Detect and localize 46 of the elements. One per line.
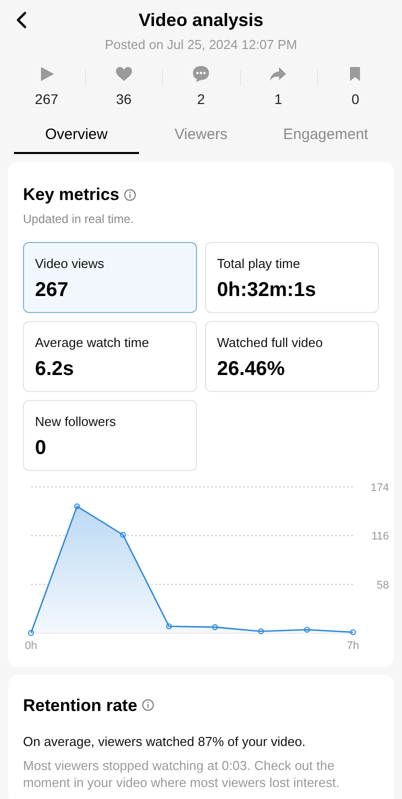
section-title: Retention rate: [23, 694, 138, 716]
axis-label: 116: [371, 530, 389, 542]
point: [74, 502, 80, 509]
axis-label: 58: [376, 578, 389, 591]
point: [258, 628, 264, 634]
metric-label: Average watch time: [35, 334, 149, 352]
metric-label: New followers: [35, 412, 116, 430]
metric-label: Watched full video: [217, 334, 323, 352]
retention-summary: On average, viewers watched 87% of your video.: [23, 733, 307, 751]
axis-label: 174: [370, 482, 389, 494]
metric-value: 0h:32m:1s: [217, 278, 316, 303]
heart-icon: [114, 64, 134, 84]
point: [304, 626, 310, 632]
metric-tile[interactable]: Total play time 0h:32m:1s: [205, 242, 379, 312]
retention-detail: Most viewers stopped watching at 0:03. Check out the moment in your video where most viewers lost interest.: [23, 756, 340, 790]
metric-label: Total play time: [217, 254, 300, 273]
page-title: Video analysis: [138, 8, 264, 32]
point: [350, 628, 356, 635]
stat-count: 36: [116, 90, 132, 109]
point: [28, 630, 34, 636]
metric-tile[interactable]: New followers 0: [23, 400, 197, 470]
metric-value: 0: [35, 436, 46, 461]
metric-tile[interactable]: Video views 267: [23, 242, 197, 312]
info-icon: [142, 699, 154, 712]
point: [212, 624, 218, 630]
stat-count: 2: [197, 90, 205, 109]
metric-tile[interactable]: Average watch time 6.2s: [23, 320, 197, 392]
section-subtitle: Updated in real time.: [23, 210, 135, 228]
axis-label: 7h: [346, 640, 360, 652]
metric-label: Video views: [35, 254, 104, 272]
point: [166, 622, 172, 629]
point: [120, 531, 126, 538]
info-icon: [124, 188, 136, 201]
posted-date: Posted on Jul 25, 2024 12:07 PM: [104, 38, 298, 52]
stat-count: 0: [352, 90, 360, 109]
metric-value: 26.46%: [217, 357, 285, 382]
metric-value: 267: [35, 278, 68, 303]
back-icon: [15, 11, 29, 29]
stat-count: 1: [274, 90, 282, 109]
section-title: Key metrics: [23, 184, 120, 206]
tab[interactable]: Overview: [14, 118, 139, 154]
metric-tile[interactable]: Watched full video 26.46%: [205, 320, 379, 392]
axis-label: 0h: [24, 640, 38, 652]
metric-value: 6.2s: [35, 357, 74, 382]
speech-bubble-icon: [191, 64, 211, 84]
stat-count: 267: [34, 90, 58, 109]
